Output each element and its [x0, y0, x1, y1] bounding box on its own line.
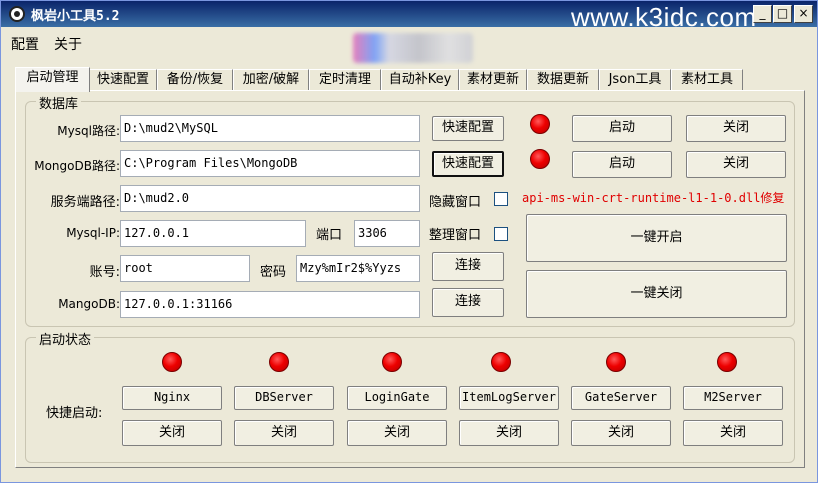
logingate-stop-button[interactable]: 关闭 — [347, 420, 447, 446]
mangodb-label: MangoDB: — [58, 297, 120, 311]
mongodb-start-button[interactable]: 启动 — [572, 151, 672, 178]
password-label: 密码 — [260, 265, 287, 280]
tab-material-update[interactable]: 素材更新 — [459, 69, 527, 91]
startup-status-title: 启动状态 — [36, 329, 95, 348]
tab-backup-restore[interactable]: 备份/恢复 — [157, 69, 233, 91]
organize-window-label: 整理窗口 — [429, 228, 482, 243]
window-title: 枫岩小工具5.2 — [31, 9, 120, 24]
blurred-region — [353, 33, 473, 63]
hide-window-checkbox[interactable] — [494, 192, 508, 206]
tab-startup-manage[interactable]: 启动管理 — [15, 67, 90, 92]
mysql-ip-label: Mysql-IP: — [66, 226, 120, 240]
nginx-status-led — [162, 352, 182, 372]
minimize-button[interactable]: _ — [753, 5, 772, 23]
m2server-status-led — [717, 352, 737, 372]
tab-data-update[interactable]: 数据更新 — [527, 69, 599, 91]
tab-material-tool[interactable]: 素材工具 — [671, 69, 743, 91]
maximize-button[interactable]: □ — [773, 5, 792, 23]
mysql-quick-config-button[interactable]: 快速配置 — [432, 116, 504, 141]
title-bar[interactable]: 枫岩小工具5.2 www.k3idc.com _ □ × — [1, 1, 817, 32]
mysql-ip-input[interactable]: 127.0.0.1 — [120, 220, 306, 247]
mangodb-input[interactable]: 127.0.0.1:31166 — [120, 291, 420, 318]
dbserver-start-button[interactable]: DBServer — [234, 386, 334, 410]
organize-window-checkbox[interactable] — [494, 227, 508, 241]
mongodb-stop-button[interactable]: 关闭 — [686, 151, 786, 178]
app-logo-icon — [9, 6, 25, 22]
tab-auto-key[interactable]: 自动补Key — [381, 69, 459, 91]
m2server-start-button[interactable]: M2Server — [683, 386, 783, 410]
hide-window-label: 隐藏窗口 — [429, 195, 482, 210]
nginx-start-button[interactable]: Nginx — [122, 386, 222, 410]
tab-panel-startup: 数据库 Mysql路径: D:\mud2\MySQL 快速配置 启动 关闭 Mo… — [15, 90, 805, 468]
tab-quick-config[interactable]: 快速配置 — [89, 69, 157, 91]
gateserver-start-button[interactable]: GateServer — [571, 386, 671, 410]
password-input[interactable]: Mzy%mIr2$%Yyzs — [296, 255, 420, 282]
mongodb-quick-config-button[interactable]: 快速配置 — [432, 151, 504, 177]
mongodb-status-led — [530, 149, 550, 169]
tab-scheduled-clean[interactable]: 定时清理 — [309, 69, 381, 91]
menu-about[interactable]: 关于 — [54, 34, 82, 54]
connect-button-2[interactable]: 连接 — [432, 288, 504, 317]
connect-button-1[interactable]: 连接 — [432, 252, 504, 281]
mysql-stop-button[interactable]: 关闭 — [686, 115, 786, 142]
gateserver-status-led — [606, 352, 626, 372]
tab-encrypt-crack[interactable]: 加密/破解 — [233, 69, 309, 91]
itemlogserver-stop-button[interactable]: 关闭 — [459, 420, 559, 446]
dll-fix-link[interactable]: api-ms-win-crt-runtime-l1-1-0.dll修复 — [522, 189, 784, 206]
mysql-path-input[interactable]: D:\mud2\MySQL — [120, 115, 420, 142]
logingate-status-led — [382, 352, 402, 372]
gateserver-stop-button[interactable]: 关闭 — [571, 420, 671, 446]
menu-config[interactable]: 配置 — [11, 34, 39, 54]
one-key-stop-button[interactable]: 一键关闭 — [526, 270, 787, 318]
itemlogserver-status-led — [491, 352, 511, 372]
mongodb-path-input[interactable]: C:\Program Files\MongoDB — [120, 150, 420, 177]
app-window: 枫岩小工具5.2 www.k3idc.com _ □ × 配置 关于 启动管理 … — [0, 0, 818, 483]
mysql-start-button[interactable]: 启动 — [572, 115, 672, 142]
account-label: 账号: — [89, 265, 120, 280]
port-input[interactable]: 3306 — [354, 220, 420, 247]
account-input[interactable]: root — [120, 255, 250, 282]
m2server-stop-button[interactable]: 关闭 — [683, 420, 783, 446]
mysql-path-label: Mysql路径: — [57, 124, 120, 138]
database-group: 数据库 Mysql路径: D:\mud2\MySQL 快速配置 启动 关闭 Mo… — [25, 93, 795, 327]
nginx-stop-button[interactable]: 关闭 — [122, 420, 222, 446]
quick-start-label: 快捷启动: — [46, 406, 103, 421]
one-key-start-button[interactable]: 一键开启 — [526, 214, 787, 262]
startup-status-group: 启动状态 快捷启动: Nginx 关闭 DBServer 关闭 LoginGat… — [25, 329, 795, 463]
close-button[interactable]: × — [794, 5, 813, 23]
mysql-status-led — [530, 114, 550, 134]
dbserver-status-led — [269, 352, 289, 372]
server-path-label: 服务端路径: — [50, 195, 120, 210]
mongodb-path-label: MongoDB路径: — [34, 159, 120, 173]
port-label: 端口 — [316, 228, 343, 243]
logingate-start-button[interactable]: LoginGate — [347, 386, 447, 410]
itemlogserver-start-button[interactable]: ItemLogServer — [459, 386, 559, 410]
tab-json-tool[interactable]: Json工具 — [599, 69, 671, 91]
database-group-title: 数据库 — [36, 93, 82, 112]
server-path-input[interactable]: D:\mud2.0 — [120, 185, 420, 212]
dbserver-stop-button[interactable]: 关闭 — [234, 420, 334, 446]
